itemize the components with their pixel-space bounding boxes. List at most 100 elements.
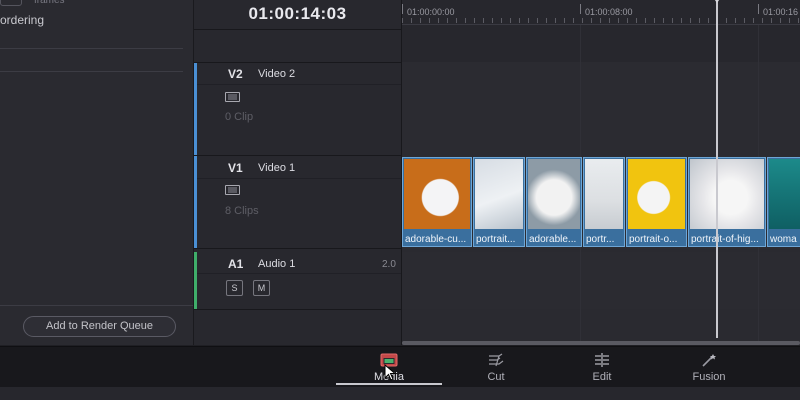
clip-label: adorable-cu... (405, 234, 467, 245)
ruler-minor-tick (753, 18, 754, 23)
ruler-minor-tick (726, 18, 727, 23)
ruler-minor-tick (582, 18, 583, 23)
track-header-panel: 01:00:14:03 V2 Video 2 0 Clip V1 Video 1… (194, 0, 402, 345)
ruler-minor-tick (780, 18, 781, 23)
track-name-v2[interactable]: Video 2 (258, 68, 295, 80)
panel-divider (0, 48, 183, 49)
ruler-minor-tick (636, 18, 637, 23)
track-id-a1: A1 (228, 257, 244, 271)
ruler-minor-tick (429, 18, 430, 23)
track-id-v2: V2 (228, 67, 243, 81)
render-settings-panel: frames ordering Add to Render Queue (0, 0, 194, 345)
panel-tab-fragment-label: frames (34, 0, 65, 6)
timeline-top-gap (402, 24, 800, 62)
track-clip-count: 0 Clip (225, 111, 254, 123)
clip-thumbnail (690, 159, 764, 229)
ruler-minor-tick (627, 18, 628, 23)
add-to-render-queue-button[interactable]: Add to Render Queue (23, 316, 176, 337)
timeline-scrollbar[interactable] (402, 341, 800, 345)
clip-label: portr... (586, 234, 615, 245)
ruler-minor-tick (420, 18, 421, 23)
ruler-timecode-label: 01:00:00:00 (407, 7, 455, 17)
timecode-display: 01:00:14:03 (248, 4, 347, 23)
bottom-strip (0, 387, 800, 400)
playhead-handle[interactable] (710, 0, 724, 3)
page-tab-fusion[interactable]: Fusion (674, 347, 744, 387)
ruler-minor-tick (663, 18, 664, 23)
clip-4[interactable]: portr... (583, 157, 625, 247)
ruler-minor-tick (708, 18, 709, 23)
ruler-minor-tick (447, 18, 448, 23)
ruler-minor-tick (762, 18, 763, 23)
clip-7[interactable]: woma (767, 157, 800, 247)
ruler-minor-tick (411, 18, 412, 23)
solo-button[interactable]: S (226, 280, 243, 296)
edit-icon (595, 353, 609, 367)
ruler-minor-tick (645, 18, 646, 23)
monitor-icon[interactable] (225, 92, 240, 102)
ruler-minor-tick (546, 18, 547, 23)
page-tab-label: Edit (592, 371, 612, 383)
ruler-minor-tick (474, 18, 475, 23)
header-divider (197, 273, 401, 274)
timeline-track-v2[interactable] (402, 62, 800, 156)
active-page-indicator (336, 383, 442, 385)
clip-5[interactable]: portrait-o... (626, 157, 687, 247)
header-divider (194, 155, 401, 156)
header-divider (194, 248, 401, 249)
mute-button[interactable]: M (253, 280, 270, 296)
track-name-v1[interactable]: Video 1 (258, 162, 295, 174)
cut-icon (489, 353, 504, 367)
ruler-timecode-label: 01:00:16 (763, 7, 799, 17)
playhead[interactable] (716, 0, 718, 338)
panel-divider (0, 305, 193, 306)
timeline-area[interactable]: 01:00:00:00 01:00:08:00 01:00:16 adorabl… (402, 0, 800, 345)
ruler-minor-tick (483, 18, 484, 23)
clip-thumbnail (769, 159, 800, 229)
page-navigation-bar: Media Cut Edit Fusion (0, 346, 800, 387)
clip-label: woma (770, 234, 797, 245)
ruler-minor-tick (402, 18, 403, 23)
page-tab-cut[interactable]: Cut (461, 347, 531, 387)
ruler-minor-tick (690, 18, 691, 23)
clip-thumbnail (585, 159, 623, 229)
clip-1[interactable]: adorable-cu... (402, 157, 472, 247)
ruler-timecode-label: 01:00:08:00 (585, 7, 633, 17)
clip-3[interactable]: adorable... (526, 157, 582, 247)
ruler-minor-tick (465, 18, 466, 23)
monitor-icon[interactable] (225, 185, 240, 195)
ruler-minor-tick (744, 18, 745, 23)
clip-2[interactable]: portrait... (473, 157, 525, 247)
track-clip-count: 8 Clips (225, 205, 259, 217)
ruler-minor-tick (438, 18, 439, 23)
ruler-minor-tick (555, 18, 556, 23)
panel-tab-fragment[interactable] (0, 0, 22, 6)
track-id-v1: V1 (228, 161, 243, 175)
clip-label: adorable... (529, 234, 577, 245)
track-color-stripe (194, 252, 197, 309)
header-divider (194, 29, 401, 30)
ruler-minor-tick (492, 18, 493, 23)
page-tab-label: Cut (487, 371, 505, 383)
ruler-minor-tick (618, 18, 619, 23)
track-name-a1[interactable]: Audio 1 (258, 258, 295, 270)
ruler-major-tick (758, 4, 759, 14)
clip-label: portrait-of-hig... (691, 234, 759, 245)
fusion-icon (702, 354, 716, 367)
clip-thumbnail (404, 159, 470, 229)
ruler-minor-tick (735, 18, 736, 23)
timeline-ruler[interactable]: 01:00:00:00 01:00:08:00 01:00:16 (402, 0, 800, 25)
timeline-track-a1[interactable] (402, 252, 800, 309)
track-color-stripe (194, 156, 197, 248)
page-tab-edit[interactable]: Edit (567, 347, 637, 387)
ruler-minor-tick (789, 18, 790, 23)
ruler-minor-tick (591, 18, 592, 23)
ruler-minor-tick (528, 18, 529, 23)
ruler-minor-tick (537, 18, 538, 23)
clip-thumbnail (475, 159, 523, 229)
ruler-minor-tick (798, 18, 799, 23)
ruler-minor-tick (510, 18, 511, 23)
header-divider (197, 84, 401, 85)
clip-6[interactable]: portrait-of-hig... (688, 157, 766, 247)
ruler-major-tick (402, 4, 403, 14)
